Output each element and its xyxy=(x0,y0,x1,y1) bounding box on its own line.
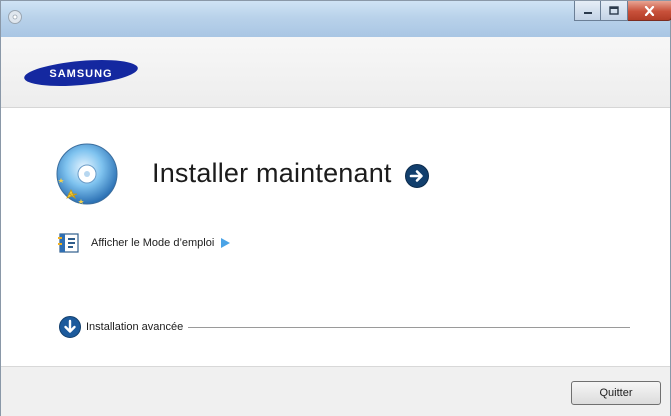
document-icon xyxy=(58,233,79,253)
app-icon xyxy=(8,10,22,24)
svg-text:SAMSUNG: SAMSUNG xyxy=(49,68,112,80)
footer-bar: Quitter xyxy=(1,366,670,416)
minimize-button[interactable] xyxy=(574,1,601,21)
title-bar[interactable] xyxy=(1,1,671,37)
maximize-button[interactable] xyxy=(601,1,628,21)
header-banner: SAMSUNG xyxy=(1,37,670,108)
installer-window: SAMSUNG Installer maintenant Afficher le… xyxy=(0,0,671,416)
close-button[interactable] xyxy=(628,1,671,21)
view-manual-link[interactable]: Afficher le Mode d’emploi xyxy=(58,232,231,254)
arrow-down-circle-icon[interactable] xyxy=(58,315,82,339)
play-arrow-icon xyxy=(221,238,231,248)
disc-icon xyxy=(56,143,118,205)
samsung-logo: SAMSUNG xyxy=(24,60,138,86)
divider xyxy=(188,326,630,328)
maximize-icon xyxy=(609,6,619,15)
minimize-icon xyxy=(583,11,592,14)
quit-button[interactable]: Quitter xyxy=(571,381,661,405)
manual-label: Afficher le Mode d’emploi xyxy=(91,237,215,249)
window-controls xyxy=(574,1,671,22)
arrow-right-circle-icon[interactable] xyxy=(404,163,430,189)
main-content: Installer maintenant Afficher le Mode d’… xyxy=(1,108,670,366)
install-now-link[interactable]: Installer maintenant xyxy=(152,158,392,189)
advanced-install-section: Installation avancée xyxy=(58,315,630,339)
close-icon xyxy=(644,5,655,16)
advanced-install-link[interactable]: Installation avancée xyxy=(86,321,183,333)
